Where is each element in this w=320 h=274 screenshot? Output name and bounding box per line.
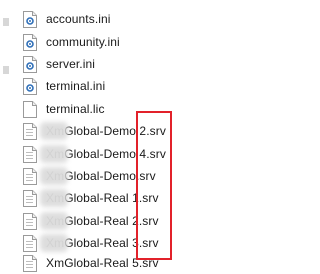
- srv-file-icon: [23, 212, 37, 230]
- srv-file-icon: [23, 122, 37, 140]
- redaction-blur: [40, 234, 68, 252]
- srv-file-icon: [23, 234, 37, 252]
- redaction-blur: [40, 189, 68, 207]
- file-row-xmglobal-real-5-srv[interactable]: XmGlobal-Real 5.srv: [23, 252, 233, 274]
- redaction-blur: [40, 122, 68, 140]
- ini-settings-icon: [23, 55, 37, 73]
- redaction-blur: [40, 145, 68, 163]
- blank-file-icon: [23, 100, 37, 118]
- file-row-community-ini[interactable]: community.ini: [23, 31, 233, 53]
- file-row-server-ini[interactable]: server.ini: [23, 53, 233, 75]
- partial-tree-icon: [3, 18, 9, 26]
- srv-file-icon: [23, 145, 37, 163]
- redaction-blur: [40, 212, 68, 230]
- red-highlight-box: [136, 111, 172, 260]
- file-name: community.ini: [46, 35, 120, 49]
- partial-tree-icon: [3, 66, 9, 74]
- file-row-terminal-ini[interactable]: terminal.ini: [23, 75, 233, 97]
- srv-file-icon: [23, 189, 37, 207]
- redaction-blur: [40, 167, 68, 185]
- ini-settings-icon: [23, 33, 37, 51]
- file-list: accounts.ini community.ini server.ini te…: [0, 0, 248, 272]
- file-row-terminal-lic[interactable]: terminal.lic: [23, 98, 233, 120]
- file-name: server.ini: [46, 57, 96, 71]
- file-name: accounts.ini: [46, 12, 111, 26]
- srv-file-icon: [23, 167, 37, 185]
- file-row-accounts-ini[interactable]: accounts.ini: [23, 8, 233, 30]
- srv-file-icon: [23, 254, 37, 272]
- file-name: terminal.ini: [46, 79, 106, 93]
- ini-settings-icon: [23, 10, 37, 28]
- file-name: terminal.lic: [46, 102, 105, 116]
- ini-settings-icon: [23, 77, 37, 95]
